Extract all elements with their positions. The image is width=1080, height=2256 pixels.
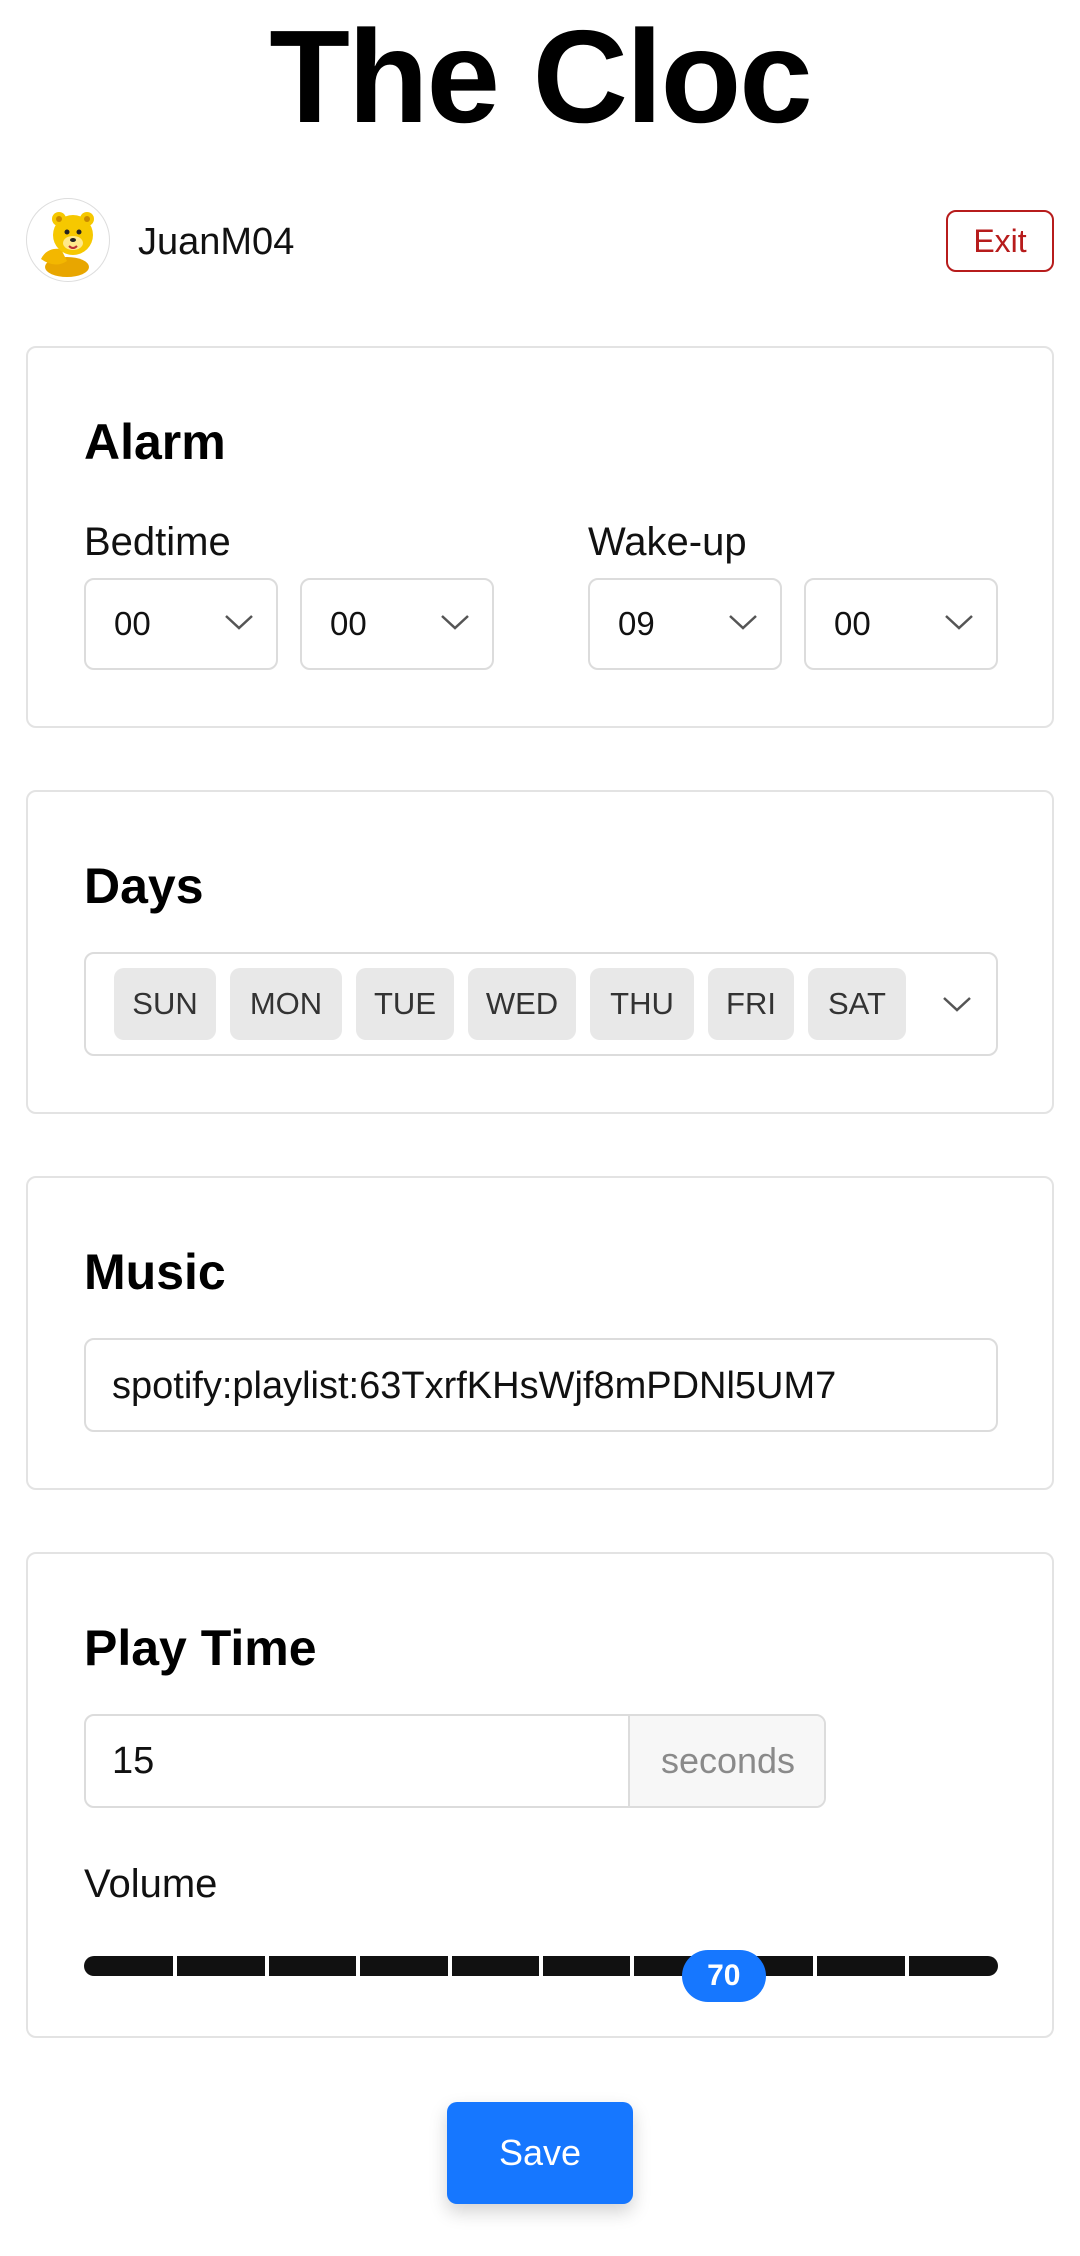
volume-label: Volume (84, 1862, 218, 1906)
volume-tick (813, 1956, 818, 1976)
playtime-card: Play Time 15 seconds Volume 70 (26, 1552, 1054, 2038)
playtime-input-group: 15 seconds (84, 1714, 826, 1808)
username: JuanM04 (138, 221, 295, 263)
day-chip-wed[interactable]: WED (468, 968, 576, 1040)
music-card: Music spotify:playlist:63TxrfKHsWjf8mPDN… (26, 1176, 1054, 1490)
day-chip-fri[interactable]: FRI (708, 968, 794, 1040)
day-chip-tue[interactable]: TUE (356, 968, 454, 1040)
volume-slider-thumb[interactable]: 70 (681, 1950, 766, 2002)
bedtime-minute-value: 00 (330, 605, 367, 642)
music-title: Music (84, 1244, 226, 1300)
wakeup-hour-select[interactable]: 09 (588, 578, 782, 670)
volume-tick (356, 1956, 361, 1976)
seconds-unit-label: seconds (628, 1716, 824, 1806)
chevron-down-icon[interactable] (942, 994, 972, 1014)
bedtime-hour-select[interactable]: 00 (84, 578, 278, 670)
wakeup-minute-value: 00 (834, 605, 871, 642)
day-chip-thu[interactable]: THU (590, 968, 694, 1040)
volume-tick (264, 1956, 269, 1976)
playtime-seconds-input[interactable]: 15 (86, 1716, 628, 1806)
wakeup-hour-value: 09 (618, 605, 655, 642)
save-button[interactable]: Save (447, 2102, 633, 2204)
volume-tick (904, 1956, 909, 1976)
days-card: Days SUN MON TUE WED THU FRI SAT (26, 790, 1054, 1114)
wakeup-minute-select[interactable]: 00 (804, 578, 998, 670)
volume-slider-track[interactable] (84, 1956, 998, 1976)
alarm-card: Alarm Bedtime Wake-up 00 00 09 00 (26, 346, 1054, 728)
music-uri-value: spotify:playlist:63TxrfKHsWjf8mPDNl5UM7 (112, 1365, 837, 1407)
chevron-down-icon (225, 615, 253, 630)
day-chip-mon[interactable]: MON (230, 968, 342, 1040)
playtime-title: Play Time (84, 1620, 317, 1676)
volume-tick (539, 1956, 543, 1976)
alarm-title: Alarm (84, 414, 226, 470)
day-chip-sat[interactable]: SAT (808, 968, 906, 1040)
playtime-value: 15 (112, 1740, 155, 1782)
music-uri-input[interactable]: spotify:playlist:63TxrfKHsWjf8mPDNl5UM7 (84, 1338, 998, 1432)
volume-tick (447, 1956, 452, 1976)
time-selects: 00 00 09 00 (28, 578, 1056, 670)
bedtime-label: Bedtime (84, 520, 231, 564)
day-chip-sun[interactable]: SUN (114, 968, 216, 1040)
days-multiselect[interactable]: SUN MON TUE WED THU FRI SAT (84, 952, 998, 1056)
wakeup-label: Wake-up (588, 520, 747, 564)
chevron-down-icon (729, 615, 757, 630)
bear-avatar-icon (26, 198, 110, 282)
days-title: Days (84, 858, 204, 914)
bedtime-minute-select[interactable]: 00 (300, 578, 494, 670)
app-title: The Cloc (269, 3, 812, 150)
bedtime-hour-value: 00 (114, 605, 151, 642)
exit-button[interactable]: Exit (946, 210, 1054, 272)
volume-tick (173, 1956, 178, 1976)
chevron-down-icon (945, 615, 973, 630)
volume-tick (630, 1956, 635, 1976)
user-row: JuanM04 Exit (26, 198, 1054, 284)
chevron-down-icon (441, 615, 469, 630)
